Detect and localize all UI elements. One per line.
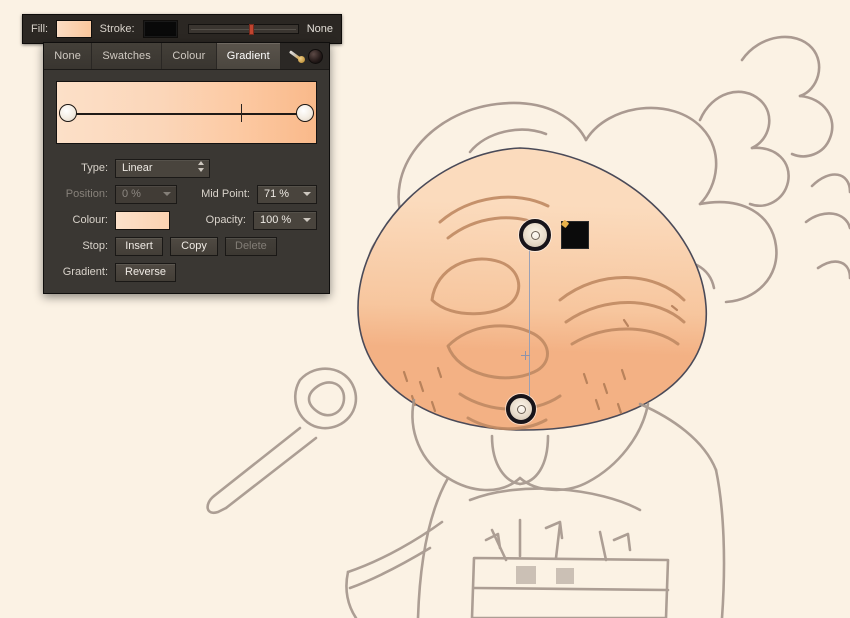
midpoint-value: 71 %: [264, 188, 290, 200]
app-root: Fill: Stroke: None None Swatches Colour …: [0, 0, 850, 618]
midpoint-group: Mid Point: 71 %: [201, 184, 317, 204]
stop-label: Stop:: [82, 240, 108, 252]
stroke-style-value[interactable]: None: [307, 23, 333, 35]
row-stop: Stop: Insert Copy Delete: [56, 233, 317, 259]
current-colour-circle-icon[interactable]: [308, 48, 324, 64]
stroke-width-slider[interactable]: [188, 24, 299, 35]
opacity-label: Opacity:: [205, 214, 246, 226]
panel-tab-bar: None Swatches Colour Gradient: [44, 43, 330, 70]
fill-gradient-swatch[interactable]: [56, 20, 92, 38]
tab-none-label: None: [54, 50, 81, 62]
chevron-down-icon[interactable]: [303, 192, 311, 196]
gradient-form: Type: Linear Position: 0 % Mid Point: 71…: [44, 144, 329, 285]
tab-none[interactable]: None: [44, 43, 93, 69]
row-position-midpoint: Position: 0 % Mid Point: 71 %: [56, 181, 317, 207]
gradient-mid-marker[interactable]: [521, 351, 530, 360]
slider-thumb[interactable]: [248, 24, 254, 35]
panel-tool-group: [281, 43, 330, 69]
row-colour-opacity: Colour: Opacity: 100 %: [56, 207, 317, 233]
midpoint-label: Mid Point:: [201, 188, 250, 200]
position-select: 0 %: [115, 184, 177, 204]
opacity-value: 100 %: [260, 214, 292, 226]
type-value: Linear: [122, 162, 153, 174]
reverse-gradient-button[interactable]: Reverse: [115, 262, 176, 282]
tab-swatches[interactable]: Swatches: [92, 43, 163, 69]
fill-stroke-toolbar: Fill: Stroke: None: [22, 14, 342, 44]
gradient-end-handle[interactable]: [506, 394, 536, 424]
tab-colour[interactable]: Colour: [162, 43, 217, 69]
delete-stop-button: Delete: [225, 236, 277, 256]
opacity-group: Opacity: 100 %: [205, 210, 317, 230]
chevron-down-icon: [163, 192, 171, 196]
gradient-preview-mid-marker[interactable]: [240, 104, 243, 122]
gradient-label: Gradient:: [62, 266, 108, 278]
colour-wheel-button[interactable]: [561, 221, 589, 249]
gradient-direction-line: [529, 236, 530, 412]
fill-label: Fill:: [31, 23, 49, 35]
type-select[interactable]: Linear: [115, 158, 210, 178]
midpoint-select[interactable]: 71 %: [257, 184, 317, 204]
gradient-start-pin: [530, 230, 540, 240]
gradient-start-handle[interactable]: [519, 219, 551, 251]
tab-gradient-label: Gradient: [226, 50, 270, 62]
head-shape-gradient-fill: [357, 147, 707, 431]
gradient-preview-strip[interactable]: [56, 81, 317, 144]
type-label: Type:: [81, 162, 108, 174]
copy-stop-button[interactable]: Copy: [170, 236, 218, 256]
chevron-down-icon[interactable]: [303, 218, 311, 222]
colour-label: Colour:: [72, 214, 108, 226]
eyedropper-bulb: [298, 56, 306, 63]
gradient-end-pin: [516, 404, 526, 414]
tab-gradient[interactable]: Gradient: [216, 43, 282, 69]
slider-track: [191, 29, 296, 30]
tab-colour-label: Colour: [172, 50, 206, 62]
gradient-stop-end[interactable]: [296, 104, 314, 122]
stroke-colour-swatch[interactable]: [142, 20, 179, 38]
position-label: Position:: [65, 188, 108, 200]
row-gradient: Gradient: Reverse: [56, 259, 317, 285]
position-value: 0 %: [122, 188, 141, 200]
gradient-stop-start[interactable]: [59, 104, 77, 122]
eyedropper-icon[interactable]: [287, 48, 306, 64]
colour-panel: None Swatches Colour Gradient Type: Line…: [43, 42, 330, 294]
opacity-select[interactable]: 100 %: [253, 210, 317, 230]
type-stepper-icon[interactable]: [198, 161, 204, 172]
stroke-label: Stroke:: [99, 23, 135, 35]
stop-colour-swatch[interactable]: [115, 210, 170, 230]
insert-stop-button[interactable]: Insert: [115, 236, 163, 256]
gradient-preview-axis: [63, 113, 310, 115]
tab-swatches-label: Swatches: [102, 50, 151, 62]
row-type: Type: Linear: [56, 155, 317, 181]
